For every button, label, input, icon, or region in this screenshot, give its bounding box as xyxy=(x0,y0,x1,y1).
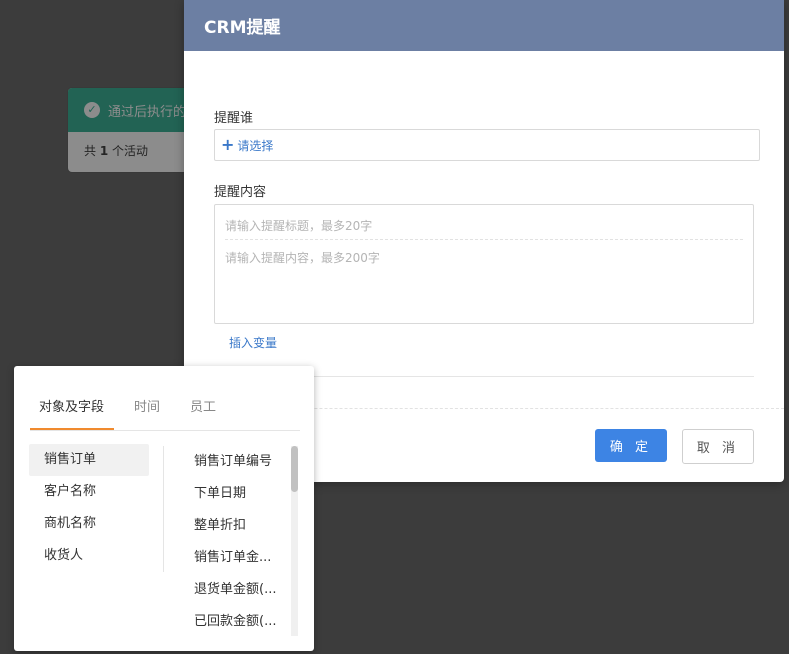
insert-variable-popover: 对象及字段 时间 员工 销售订单 客户名称 商机名称 收货人 销售订单编号 下单… xyxy=(14,366,314,651)
object-item[interactable]: 客户名称 xyxy=(29,476,149,508)
field-item[interactable]: 已回款金额(... xyxy=(194,606,294,638)
confirm-button[interactable]: 确 定 xyxy=(595,429,667,462)
field-list: 销售订单编号 下单日期 整单折扣 销售订单金... 退货单金额(... 已回款金… xyxy=(194,446,294,646)
tab-time[interactable]: 时间 xyxy=(134,396,160,415)
object-item[interactable]: 收货人 xyxy=(29,540,149,572)
object-item[interactable]: 商机名称 xyxy=(29,508,149,540)
object-item[interactable]: 销售订单 xyxy=(29,444,149,476)
insert-variable-link[interactable]: 插入变量 xyxy=(229,334,277,351)
remind-content-label: 提醒内容 xyxy=(214,185,267,200)
field-scrollbar-thumb[interactable] xyxy=(291,446,298,492)
object-list: 销售订单 客户名称 商机名称 收货人 xyxy=(29,444,149,572)
column-divider xyxy=(163,446,164,572)
active-tab-indicator xyxy=(30,428,114,430)
select-recipients-label: 请选择 xyxy=(237,138,274,153)
field-item[interactable]: 整单折扣 xyxy=(194,510,294,542)
popover-arrow xyxy=(262,356,282,366)
dialog-title: CRM提醒 xyxy=(204,18,281,38)
remind-title-input[interactable] xyxy=(225,213,743,240)
remind-content-box xyxy=(214,204,754,324)
variable-tabs: 对象及字段 时间 员工 xyxy=(30,386,300,431)
field-item[interactable]: 下单日期 xyxy=(194,478,294,510)
field-item[interactable]: 销售订单编号 xyxy=(194,446,294,478)
tab-objects-fields[interactable]: 对象及字段 xyxy=(39,396,104,415)
tab-employee[interactable]: 员工 xyxy=(190,396,216,415)
field-item[interactable]: 退货单金额(... xyxy=(194,574,294,606)
cancel-button[interactable]: 取 消 xyxy=(682,429,754,464)
remind-body-textarea[interactable] xyxy=(225,249,743,315)
dialog-header: CRM提醒 xyxy=(184,0,784,51)
remind-who-label: 提醒谁 xyxy=(214,111,254,126)
remind-who-selector[interactable]: + 请选择 xyxy=(214,129,760,161)
plus-icon: + xyxy=(221,135,235,154)
field-item[interactable]: 销售订单金... xyxy=(194,542,294,574)
